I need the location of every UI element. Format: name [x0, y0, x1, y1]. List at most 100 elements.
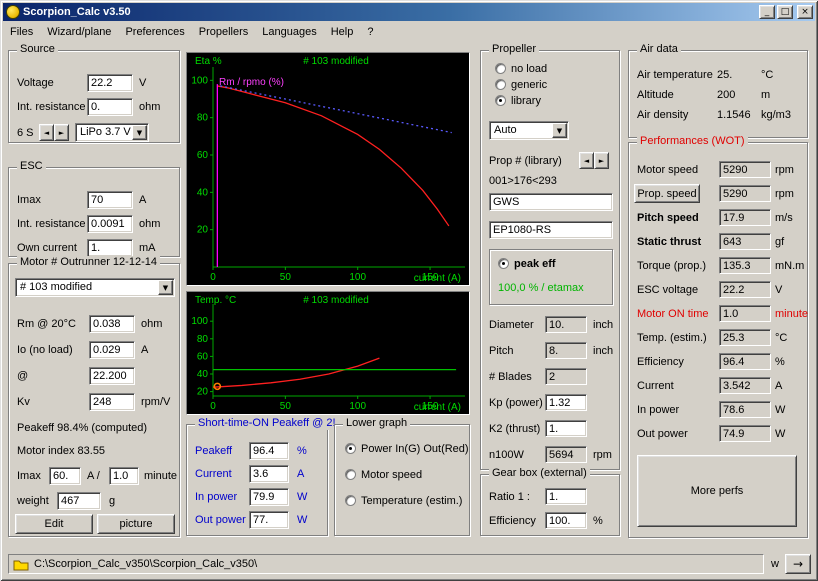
cell-count-up-button[interactable]: ► — [54, 124, 69, 141]
perf-pitch-speed-label: Pitch speed — [637, 212, 699, 224]
performance-group: Performances (WOT) Motor speed rpm Prop.… — [628, 142, 808, 538]
dropdown-arrow-icon[interactable]: ▼ — [132, 125, 147, 140]
perf-pitch-speed-unit: m/s — [775, 212, 793, 224]
svg-text:100: 100 — [191, 316, 208, 327]
st-out-power-unit: W — [297, 514, 307, 526]
propeller-option-no-load[interactable]: no load — [495, 63, 547, 75]
svg-text:80: 80 — [197, 113, 209, 124]
perf-torque-unit: mN.m — [775, 260, 804, 272]
folder-icon — [13, 558, 29, 571]
propeller-option-library[interactable]: library — [495, 95, 541, 107]
motor-index-text: Motor index 83.55 — [17, 445, 105, 457]
gear-ratio-label: Ratio 1 : — [489, 491, 530, 503]
status-bar: C:\Scorpion_Calc_v350\Scorpion_Calc_v350… — [3, 550, 815, 578]
menu-preferences[interactable]: Preferences — [118, 24, 191, 40]
edit-button[interactable]: Edit — [15, 514, 93, 534]
cell-count-down-button[interactable]: ◄ — [39, 124, 54, 141]
source-int-resistance-input[interactable] — [87, 98, 133, 116]
source-int-resistance-unit: ohm — [139, 101, 160, 113]
altitude-unit: m — [761, 89, 770, 101]
prop-speed-button[interactable]: Prop. speed — [634, 184, 700, 203]
voltage-unit: V — [139, 77, 146, 89]
esc-imax-input[interactable] — [87, 191, 133, 209]
next-arrow-button[interactable]: → — [785, 554, 811, 574]
perf-motor-on-time-unit: minute — [775, 308, 808, 320]
rm-input[interactable] — [89, 315, 135, 333]
diameter-value — [545, 316, 587, 333]
esc-imax-label: Imax — [17, 194, 41, 206]
propeller-mode-select[interactable]: Auto ▼ — [489, 121, 569, 140]
motor-imax-input[interactable] — [49, 467, 81, 485]
menu-wizard-plane[interactable]: Wizard/plane — [40, 24, 118, 40]
dropdown-arrow-icon[interactable]: ▼ — [158, 280, 173, 295]
esc-int-resistance-input[interactable] — [87, 215, 133, 233]
k2-label: K2 (thrust) — [489, 423, 540, 435]
propeller-option-no-load-label: no load — [511, 63, 547, 75]
motor-select[interactable]: # 103 modified ▼ — [15, 278, 175, 297]
motor-imax-unit: A / — [87, 470, 100, 482]
motor-imax-time-input[interactable] — [109, 467, 139, 485]
title-bar[interactable]: Scorpion_Calc v3.50 _ □ × — [3, 3, 815, 21]
svg-text:20: 20 — [197, 387, 209, 398]
prop-prev-button[interactable]: ◄ — [579, 152, 594, 169]
battery-type-select[interactable]: LiPo 3.7 V ▼ — [75, 123, 149, 142]
window-title: Scorpion_Calc v3.50 — [23, 6, 759, 18]
lower-graph-option-temperature[interactable]: Temperature (estim.) — [345, 495, 462, 507]
air-data-group: Air data Air temperature 25. °C Altitude… — [628, 50, 808, 138]
more-perfs-button[interactable]: More perfs — [637, 455, 797, 527]
app-window: Scorpion_Calc v3.50 _ □ × Files Wizard/p… — [0, 0, 818, 581]
at-voltage-input[interactable] — [89, 367, 135, 385]
at-voltage-label: @ — [17, 370, 28, 382]
esc-own-current-unit: mA — [139, 242, 156, 254]
perf-temp-estim-value — [719, 329, 771, 346]
svg-text:100: 100 — [349, 272, 366, 283]
motor-group-title: Motor # Outrunner 12-12-14 — [17, 256, 160, 269]
picture-button[interactable]: picture — [97, 514, 175, 534]
menu-languages[interactable]: Languages — [255, 24, 323, 40]
prop-brand-input[interactable] — [489, 193, 613, 211]
voltage-input[interactable] — [87, 74, 133, 92]
perf-in-power-label: In power — [637, 404, 679, 416]
lower-graph-option-power[interactable]: Power In(G) Out(Red) — [345, 443, 469, 455]
maximize-button[interactable]: □ — [777, 5, 793, 19]
io-label: Io (no load) — [17, 344, 73, 356]
k2-input[interactable] — [545, 420, 587, 437]
peak-eff-option[interactable]: peak eff — [498, 258, 556, 270]
kp-input[interactable] — [545, 394, 587, 411]
propeller-option-generic[interactable]: generic — [495, 79, 547, 91]
esc-imax-unit: A — [139, 194, 146, 206]
gear-efficiency-input[interactable] — [545, 512, 587, 529]
minimize-button[interactable]: _ — [759, 5, 775, 19]
close-button[interactable]: × — [797, 5, 813, 19]
lower-graph-group-title: Lower graph — [343, 417, 410, 430]
motor-peakeff-text: Peakeff 98.4% (computed) — [17, 422, 147, 434]
io-input[interactable] — [89, 341, 135, 359]
air-density-unit: kg/m3 — [761, 109, 791, 121]
gear-efficiency-label: Efficiency — [489, 515, 536, 527]
peak-eff-box: peak eff 100,0 % / etamax — [489, 249, 613, 305]
battery-type-value: LiPo 3.7 V — [80, 126, 131, 138]
motor-group: Motor # Outrunner 12-12-14 # 103 modifie… — [8, 263, 180, 537]
motor-select-value: # 103 modified — [20, 281, 92, 293]
perf-current-label: Current — [637, 380, 674, 392]
menu-question[interactable]: ? — [360, 24, 380, 40]
perf-pitch-speed-value — [719, 209, 771, 226]
svg-text:100: 100 — [191, 75, 208, 86]
kv-input[interactable] — [89, 393, 135, 411]
radio-icon — [495, 95, 506, 106]
gear-efficiency-unit: % — [593, 515, 603, 527]
perf-torque-label: Torque (prop.) — [637, 260, 706, 272]
lower-graph-option-motor-speed[interactable]: Motor speed — [345, 469, 422, 481]
perf-static-thrust-value — [719, 233, 771, 250]
prop-model-input[interactable] — [489, 221, 613, 239]
peak-eff-label: peak eff — [514, 258, 556, 270]
menu-files[interactable]: Files — [3, 24, 40, 40]
menu-help[interactable]: Help — [324, 24, 361, 40]
esc-own-current-input[interactable] — [87, 239, 133, 257]
dropdown-arrow-icon[interactable]: ▼ — [552, 123, 567, 138]
prop-next-button[interactable]: ► — [594, 152, 609, 169]
gear-ratio-input[interactable] — [545, 488, 587, 505]
menu-propellers[interactable]: Propellers — [192, 24, 256, 40]
diameter-unit: inch — [593, 319, 613, 331]
weight-input[interactable] — [57, 492, 101, 510]
